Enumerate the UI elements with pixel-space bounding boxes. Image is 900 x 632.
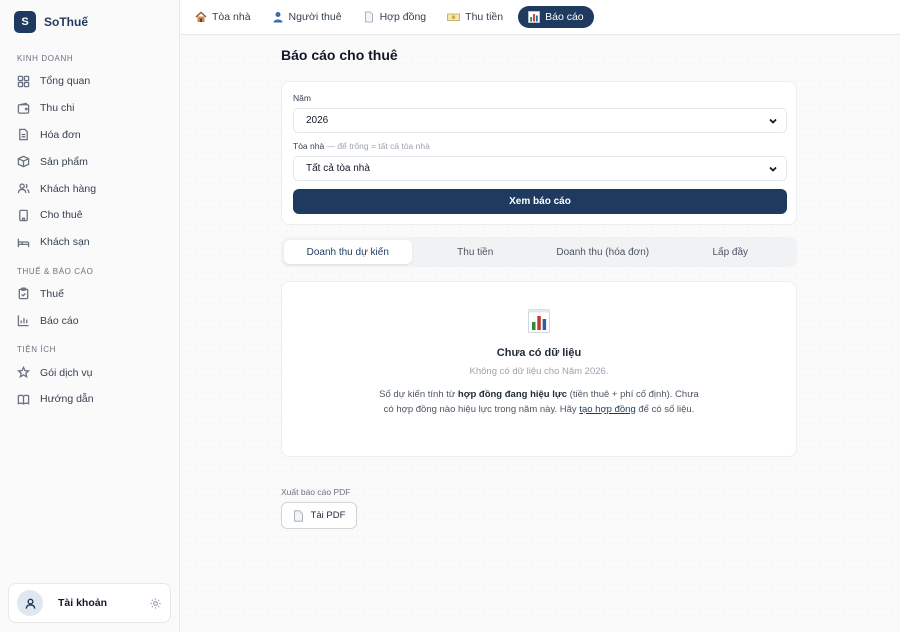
sidebar-item-label: Sản phẩm <box>40 155 88 168</box>
user-icon <box>25 598 35 609</box>
report-form-card: Năm 2026 Tòa nhà — để trống = tất cả tòa… <box>281 81 797 225</box>
bar-chart-emoji-icon <box>528 309 550 333</box>
year-label: Năm <box>293 93 311 103</box>
clipboard-icon <box>17 287 30 300</box>
document-icon <box>363 11 375 23</box>
download-pdf-button[interactable]: Tải PDF <box>281 502 357 529</box>
money-icon <box>447 11 461 23</box>
sidebar-item-cho-thue[interactable]: Cho thuê <box>0 202 179 229</box>
building-label-hint: — để trống = tất cả tòa nhà <box>324 141 430 151</box>
desc-text: Số dự kiến tính từ <box>379 389 458 400</box>
tab-doanh-thu-hoa-don[interactable]: Doanh thu (hóa đơn) <box>539 240 667 264</box>
tab-label: Báo cáo <box>545 11 584 23</box>
building-select[interactable]: Tất cả tòa nhà <box>293 156 787 181</box>
sidebar-item-thu-chi[interactable]: Thu chi <box>0 95 179 122</box>
grid-icon <box>17 75 30 88</box>
document-icon <box>293 509 304 522</box>
sidebar-item-bao-cao[interactable]: Báo cáo <box>0 307 179 334</box>
gear-icon[interactable] <box>149 597 162 610</box>
users-icon <box>17 182 30 195</box>
chart-icon <box>528 11 540 23</box>
wallet-icon <box>17 102 30 115</box>
sidebar-item-label: Gói dịch vụ <box>40 366 93 379</box>
main-content: Báo cáo cho thuê Năm 2026 Tòa nhà — để t… <box>181 36 900 632</box>
year-select[interactable]: 2026 <box>293 108 787 133</box>
account-menu[interactable]: Tài khoản <box>8 583 171 623</box>
empty-description: Số dự kiến tính từ hợp đồng đang hiệu lự… <box>378 388 700 417</box>
tab-thu-tien[interactable]: Thu tiền <box>441 6 509 28</box>
chevron-down-icon <box>768 116 778 126</box>
tab-label: Tòa nhà <box>212 11 251 23</box>
account-label: Tài khoản <box>58 597 108 609</box>
sidebar-item-tong-quan[interactable]: Tổng quan <box>0 68 179 95</box>
bar-chart-icon <box>17 314 30 327</box>
sidebar-item-khach-san[interactable]: Khách sạn <box>0 229 179 256</box>
brand-logo: S <box>14 11 36 33</box>
nav-section-tien-ich: TIỆN ÍCH <box>17 345 57 355</box>
building-label: Tòa nhà — để trống = tất cả tòa nhà <box>293 141 430 151</box>
brand-name: SoThuế <box>44 15 88 29</box>
person-icon <box>272 11 284 23</box>
sidebar-item-label: Hướng dẫn <box>40 393 94 406</box>
tab-doanh-thu-du-kien[interactable]: Doanh thu dự kiến <box>284 240 412 264</box>
nav-section-kinh-doanh: KINH DOANH <box>17 54 74 63</box>
tab-label: Người thuê <box>288 11 342 23</box>
building-icon <box>17 209 30 222</box>
sidebar-item-label: Cho thuê <box>40 209 83 222</box>
create-contract-link[interactable]: tạo hợp đồng <box>579 404 635 415</box>
chevron-down-icon <box>768 164 778 174</box>
brand[interactable]: S SoThuế <box>0 0 179 44</box>
house-icon <box>195 11 207 23</box>
tab-hop-dong[interactable]: Hợp đồng <box>357 6 433 28</box>
page-title: Báo cáo cho thuê <box>281 47 398 63</box>
tab-bao-cao[interactable]: Báo cáo <box>518 6 594 28</box>
tab-toa-nha[interactable]: Tòa nhà <box>189 6 257 28</box>
sidebar-item-label: Thu chi <box>40 102 75 115</box>
desc-text: để có số liệu. <box>635 403 695 415</box>
top-tabs: Tòa nhà Người thuê Hợp đồng Thu tiền Báo… <box>181 0 900 35</box>
sidebar-item-label: Khách sạn <box>40 236 90 249</box>
report-tabs: Doanh thu dự kiến Thu tiền Doanh thu (hó… <box>281 237 797 267</box>
invoice-icon <box>17 128 30 141</box>
nav-section-thue-bao-cao: THUẾ & BÁO CÁO <box>17 266 94 276</box>
desc-bold: hợp đồng đang hiệu lực <box>457 389 568 400</box>
box-icon <box>17 155 30 168</box>
avatar <box>17 590 43 616</box>
sidebar-item-label: Thuế <box>40 287 64 300</box>
empty-subtitle: Không có dữ liệu cho Năm 2026. <box>469 366 609 377</box>
empty-title: Chưa có dữ liệu <box>496 347 582 359</box>
sidebar-item-hoa-don[interactable]: Hóa đơn <box>0 122 179 149</box>
sidebar-item-label: Tổng quan <box>40 75 91 88</box>
view-report-button[interactable]: Xem báo cáo <box>293 189 787 214</box>
empty-state-card: Chưa có dữ liệu Không có dữ liệu cho Năm… <box>281 281 797 457</box>
building-value: Tất cả tòa nhà <box>306 163 370 174</box>
tab-thu-tien-report[interactable]: Thu tiền <box>412 240 540 264</box>
tab-nguoi-thue[interactable]: Người thuê <box>266 6 348 28</box>
star-icon <box>17 366 30 379</box>
sidebar-item-goi-dich-vu[interactable]: Gói dịch vụ <box>0 359 179 386</box>
export-label: Xuất báo cáo PDF <box>281 487 351 497</box>
sidebar-item-khach-hang[interactable]: Khách hàng <box>0 175 179 202</box>
sidebar-item-san-pham[interactable]: Sản phẩm <box>0 148 179 175</box>
download-pdf-label: Tải PDF <box>310 510 346 521</box>
sidebar-item-label: Báo cáo <box>40 314 79 327</box>
sidebar-item-label: Hóa đơn <box>40 128 81 141</box>
sidebar-item-label: Khách hàng <box>40 182 97 195</box>
tab-label: Thu tiền <box>465 11 504 23</box>
sidebar: S SoThuế KINH DOANH Tổng quan Thu chi Hó… <box>0 0 180 632</box>
sidebar-item-thue[interactable]: Thuế <box>0 281 179 308</box>
bed-icon <box>17 236 30 249</box>
year-value: 2026 <box>306 115 329 126</box>
book-icon <box>17 393 30 406</box>
building-label-text: Tòa nhà <box>293 141 325 151</box>
sidebar-item-huong-dan[interactable]: Hướng dẫn <box>0 386 179 413</box>
tab-label: Hợp đồng <box>379 11 427 23</box>
tab-lap-day[interactable]: Lấp đầy <box>667 240 795 264</box>
